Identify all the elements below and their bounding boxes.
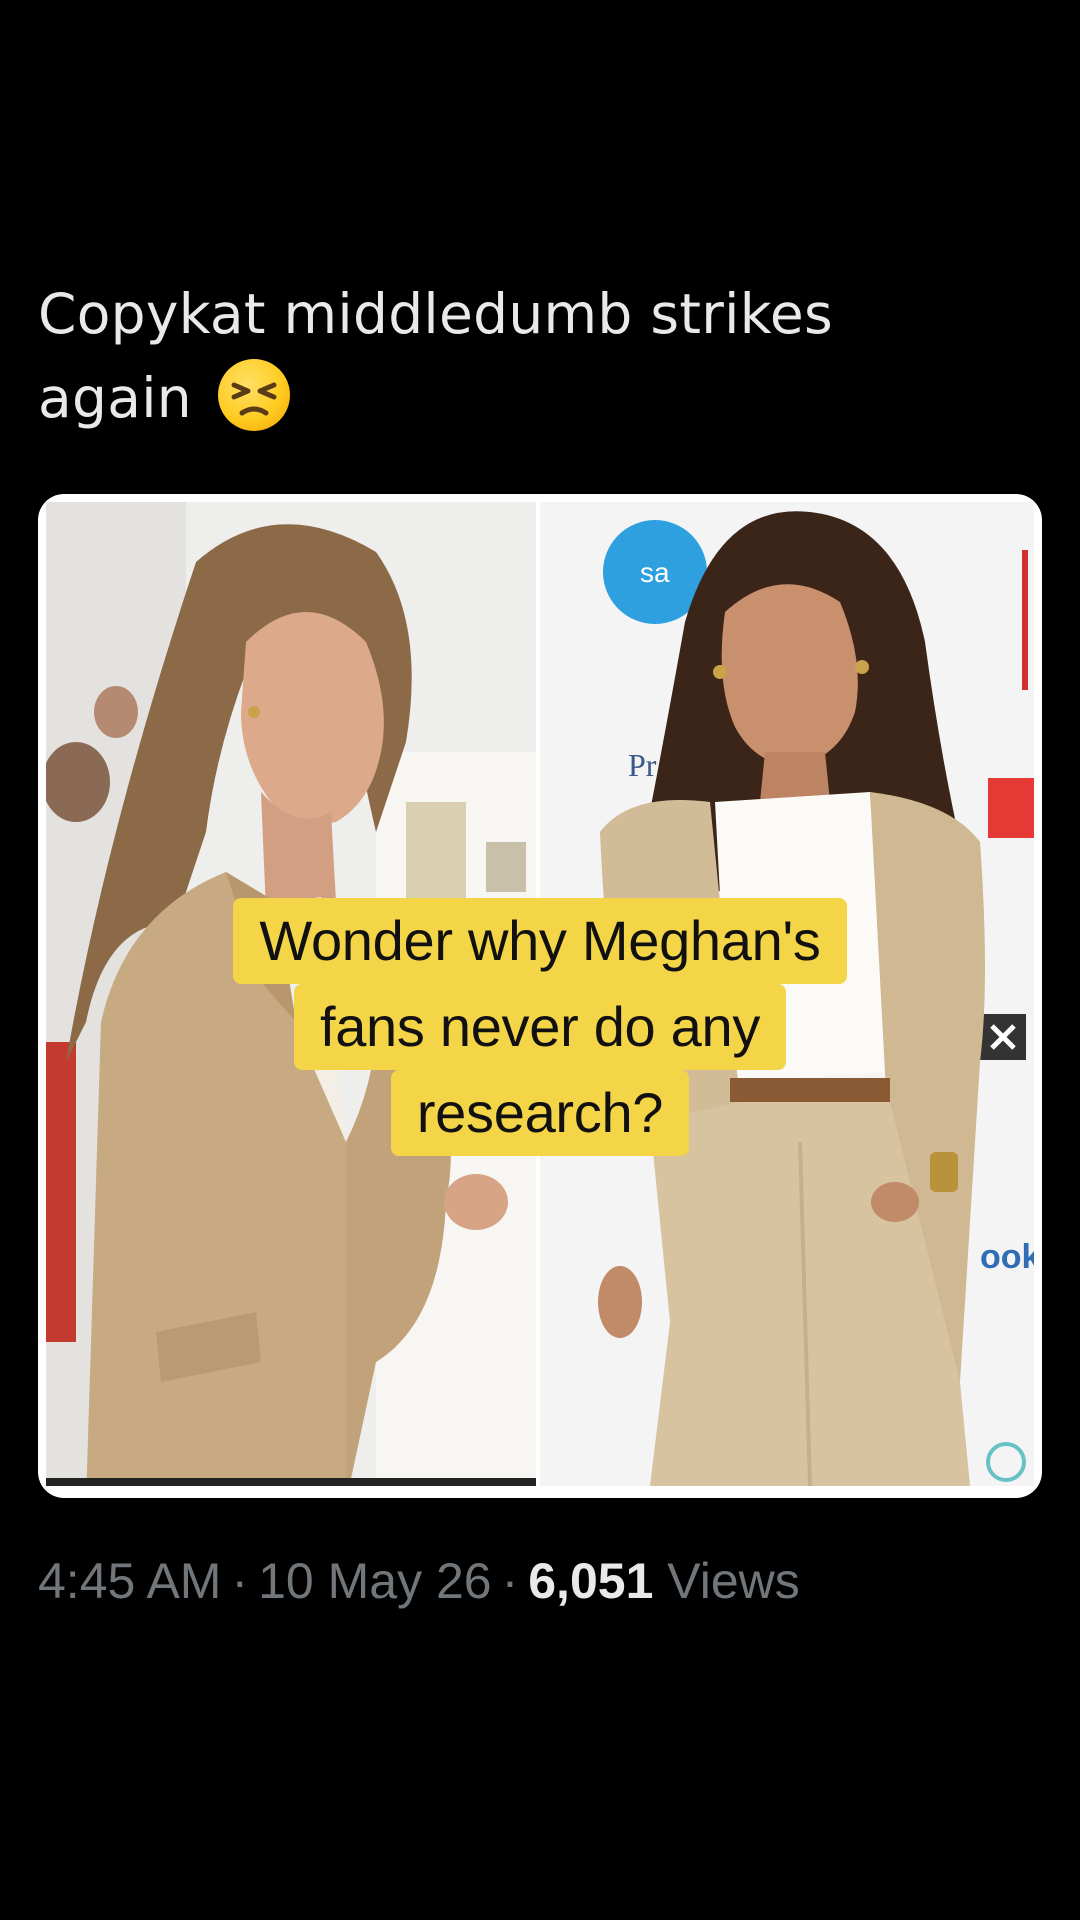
views-label: Views xyxy=(667,1553,800,1609)
meta-separator: · xyxy=(501,1553,519,1609)
image-caption-overlay: Wonder why Meghan's fans never do any re… xyxy=(38,898,1042,1156)
caption-line-3: research? xyxy=(390,1070,690,1156)
caption-line-1: Wonder why Meghan's xyxy=(233,898,847,984)
tweet-metadata: 4:45 AM · 10 May 26 · 6,051 Views xyxy=(38,1546,800,1616)
tweet-text-line-1: Copykat middledumb strikes xyxy=(38,282,833,346)
signage-logo-text: sa xyxy=(640,557,670,588)
signage-sponsor-text: Pr xyxy=(628,747,657,783)
caption-line-2: fans never do any xyxy=(293,984,787,1070)
meta-separator: · xyxy=(231,1553,249,1609)
tweet-time[interactable]: 4:45 AM xyxy=(38,1553,221,1609)
tweet-media-image[interactable]: sa Pr ook Wonder why Meghan's fans never… xyxy=(38,494,1042,1498)
tweet-text-line-2: again xyxy=(38,366,192,430)
tweet-body: Copykat middledumb strikes again xyxy=(38,272,1038,440)
persevering-face-emoji-icon xyxy=(217,359,290,431)
views-count: 6,051 xyxy=(528,1553,654,1609)
signage-side-text: ook xyxy=(980,1238,1034,1276)
tweet-date[interactable]: 10 May 26 xyxy=(258,1553,491,1609)
